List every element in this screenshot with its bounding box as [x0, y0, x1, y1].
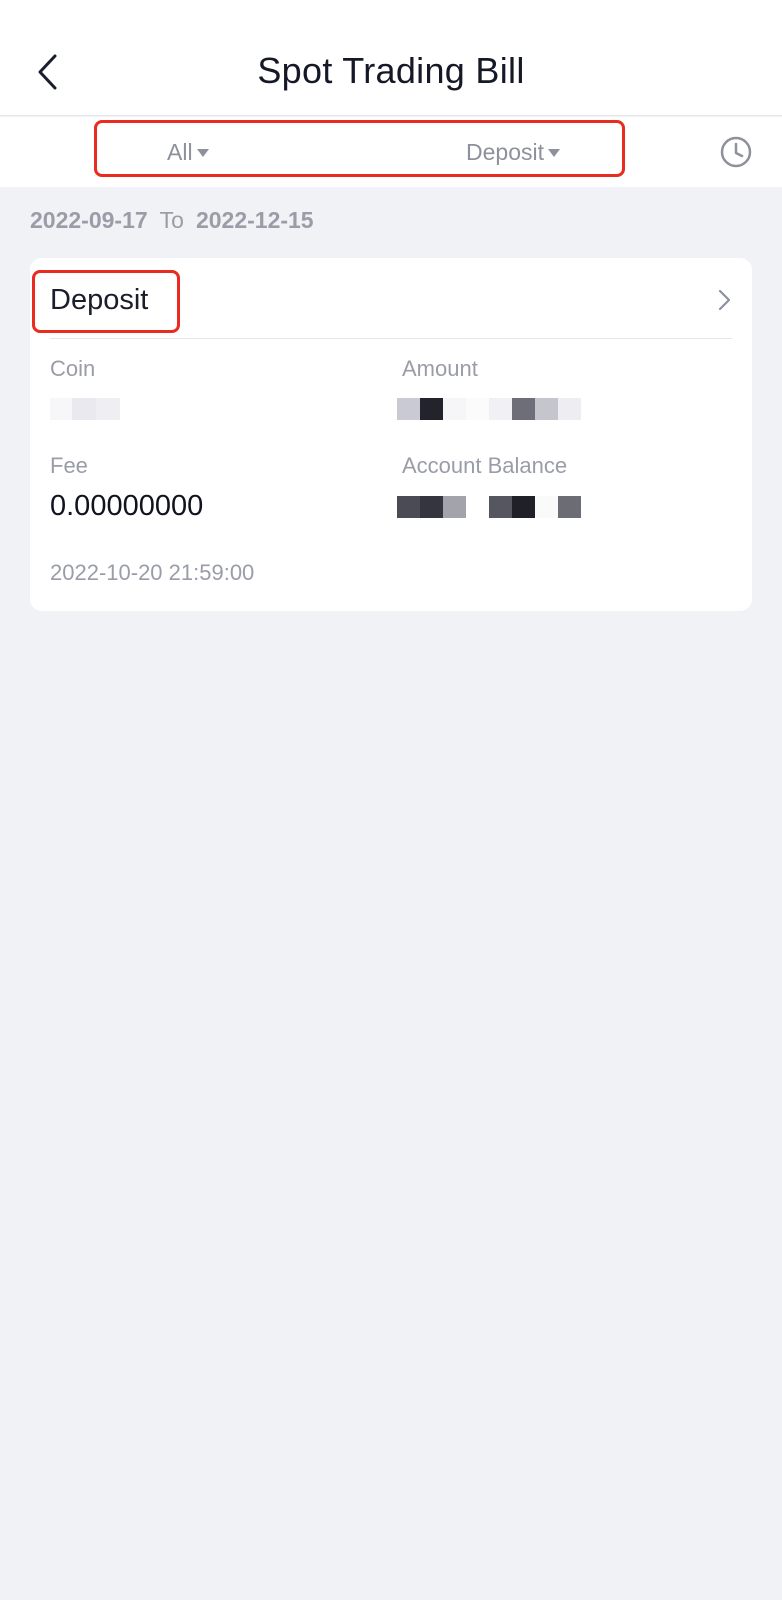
date-range[interactable]: 2022-09-17 To 2022-12-15	[30, 204, 314, 236]
caret-down-icon	[196, 149, 209, 157]
record-type: Deposit	[50, 284, 149, 316]
type-filter-label: Deposit	[466, 138, 544, 165]
amount-value-redacted	[397, 398, 581, 420]
fee-value: 0.00000000	[50, 490, 204, 522]
history-button[interactable]	[718, 134, 754, 170]
record-timestamp: 2022-10-20 21:59:00	[50, 560, 255, 585]
caret-down-icon	[547, 149, 560, 157]
account-balance-value-redacted	[397, 496, 581, 518]
coin-label: Coin	[50, 356, 96, 381]
page-title: Spot Trading Bill	[257, 50, 525, 91]
clock-icon	[720, 136, 752, 168]
bill-record-card[interactable]: Deposit Coin Amount Fee 0.00000000 Accou…	[30, 258, 752, 611]
account-balance-label: Account Balance	[402, 453, 568, 478]
account-filter-label: All	[167, 138, 193, 165]
filter-bar: All Deposit	[0, 117, 782, 187]
date-separator: To	[159, 206, 184, 233]
record-header[interactable]: Deposit	[30, 258, 752, 338]
coin-value-redacted	[50, 398, 120, 420]
card-divider	[50, 338, 732, 339]
type-filter-dropdown[interactable]: Deposit	[466, 137, 560, 167]
chevron-right-icon[interactable]	[714, 288, 734, 312]
app-header: Spot Trading Bill	[0, 0, 782, 116]
end-date: 2022-12-15	[195, 206, 314, 233]
start-date: 2022-09-17	[30, 206, 148, 233]
fee-label: Fee	[50, 453, 88, 478]
amount-label: Amount	[402, 356, 478, 381]
account-filter-dropdown[interactable]: All	[167, 137, 209, 167]
